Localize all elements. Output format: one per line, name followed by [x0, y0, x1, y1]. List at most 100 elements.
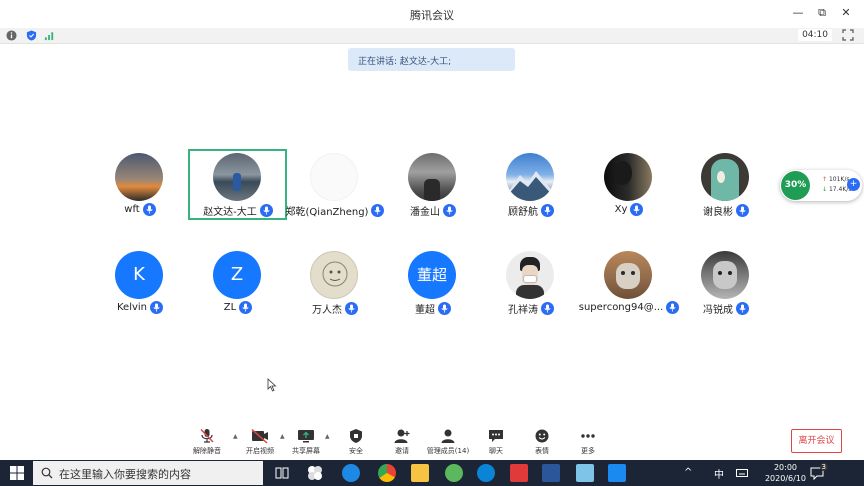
search-icon [41, 467, 53, 479]
unmute-button[interactable]: 解除静音 [183, 428, 231, 456]
taskbar-search-input[interactable]: 在这里输入你要搜索的内容 [33, 461, 263, 485]
shield-icon [350, 429, 362, 443]
invite-button[interactable]: 邀请 [378, 428, 426, 456]
emoji-icon [535, 429, 549, 443]
notification-center-icon[interactable]: 3 [809, 463, 828, 481]
app-icon[interactable] [445, 464, 463, 482]
participant-tile[interactable]: 孔祥涛 [481, 249, 581, 319]
avatar [604, 251, 652, 299]
participant-tile[interactable]: Xy [579, 151, 679, 221]
participant-tile[interactable]: supercong94@... [578, 249, 680, 319]
chevron-up-icon[interactable]: ^ [684, 467, 692, 478]
meeting-timer: 04:10 [798, 29, 832, 41]
signal-icon[interactable] [44, 30, 55, 41]
fullscreen-icon[interactable] [842, 29, 854, 41]
avatar [506, 153, 554, 201]
windows-taskbar: 在这里输入你要搜索的内容 ^ 中 20:00 2020/6/10 3 [0, 460, 864, 486]
manage-members-button[interactable]: 管理成员(14) [424, 428, 472, 456]
speaking-indicator: 正在讲话: 赵文达-大工; [348, 48, 515, 71]
avatar-initial: K [133, 264, 145, 285]
word-icon[interactable] [542, 464, 560, 482]
file-explorer-icon[interactable] [411, 464, 429, 482]
security-button[interactable]: 安全 [332, 428, 380, 456]
caret-up-icon[interactable]: ▲ [325, 433, 330, 440]
chat-label: 聊天 [489, 447, 503, 455]
participant-name: 万人杰 [312, 305, 342, 316]
start-video-button[interactable]: 开启视频 [236, 428, 284, 456]
participant-name: supercong94@... [578, 302, 664, 313]
chat-icon [489, 430, 503, 442]
network-monitor-widget[interactable]: 30% ↑ 101K/s ↓ 17.4K/s + [780, 170, 862, 201]
maximize-button[interactable]: ⧉ [812, 4, 832, 22]
microphone-icon[interactable] [438, 302, 451, 315]
microphone-icon[interactable] [630, 203, 644, 216]
microphone-icon[interactable] [142, 203, 156, 216]
more-button[interactable]: 更多 [564, 428, 612, 456]
close-button[interactable]: ✕ [836, 4, 856, 22]
chat-button[interactable]: 聊天 [472, 428, 520, 456]
participant-name: 董超 [415, 305, 435, 316]
microphone-icon[interactable] [736, 204, 749, 217]
participant-tile[interactable]: 谢良彬 [676, 151, 776, 221]
participant-tile[interactable]: wft [90, 151, 190, 221]
participant-tile[interactable]: 万人杰 [285, 249, 385, 319]
participant-name: Kelvin [116, 302, 148, 313]
windows-start-icon[interactable] [10, 466, 24, 480]
participant-tile[interactable]: K Kelvin [90, 249, 190, 319]
avatar: Z [213, 251, 261, 299]
participant-name: ZL [223, 302, 237, 313]
microphone-icon[interactable] [345, 302, 358, 315]
participant-name: 谢良彬 [703, 207, 733, 218]
input-method-indicator[interactable]: 中 [714, 466, 724, 481]
task-view-icon[interactable] [273, 464, 291, 482]
avatar [115, 153, 163, 201]
app-icon[interactable] [306, 464, 324, 482]
keyboard-icon[interactable] [736, 467, 748, 479]
participant-tile[interactable]: Z ZL [188, 249, 288, 319]
add-user-icon [394, 429, 410, 443]
avatar [604, 153, 652, 201]
avatar [213, 153, 261, 201]
minimize-button[interactable]: — [788, 4, 808, 22]
participant-tile[interactable]: 董超 董超 [383, 249, 483, 319]
more-icon [581, 434, 595, 438]
leave-meeting-button[interactable]: 离开会议 [791, 429, 842, 453]
participant-tile[interactable]: 冯锐成 [676, 249, 776, 319]
app-icon[interactable] [510, 464, 528, 482]
participant-tile[interactable]: 郑乾(QianZheng) [285, 151, 385, 221]
shield-icon[interactable] [26, 30, 37, 41]
participant-tile[interactable]: 顾舒航 [481, 151, 581, 221]
participant-tile-active[interactable]: 赵文达-大工 [188, 151, 288, 221]
participant-name: 潘金山 [410, 207, 440, 218]
system-clock[interactable]: 20:00 2020/6/10 [765, 462, 806, 484]
microphone-icon[interactable] [541, 204, 554, 217]
avatar [701, 153, 749, 201]
avatar-initial: Z [230, 264, 244, 285]
ie-browser-icon[interactable] [342, 464, 360, 482]
tencent-meeting-icon[interactable] [608, 464, 626, 482]
info-icon[interactable] [6, 30, 17, 41]
microphone-icon[interactable] [736, 302, 749, 315]
app-icon[interactable] [576, 464, 594, 482]
participant-name: 顾舒航 [508, 207, 538, 218]
microphone-icon[interactable] [239, 301, 253, 314]
participant-tile[interactable]: 潘金山 [383, 151, 483, 221]
share-screen-button[interactable]: 共享屏幕 [282, 428, 330, 456]
more-label: 更多 [581, 447, 595, 455]
microphone-icon[interactable] [259, 204, 273, 217]
microphone-icon[interactable] [541, 302, 554, 315]
invite-label: 邀请 [395, 447, 409, 455]
microphone-icon[interactable] [443, 204, 456, 217]
upload-arrow-icon: ↑ [822, 176, 828, 183]
avatar [310, 153, 358, 201]
chrome-icon[interactable] [378, 464, 396, 482]
avatar: K [115, 251, 163, 299]
share-screen-icon [298, 430, 314, 443]
expand-icon[interactable]: + [847, 178, 860, 191]
edge-browser-icon[interactable] [477, 464, 495, 482]
mouse-cursor-icon [267, 378, 277, 392]
microphone-icon[interactable] [150, 301, 164, 314]
security-label: 安全 [349, 447, 363, 455]
reactions-button[interactable]: 表情 [518, 428, 566, 456]
title-bar: 腾讯会议 — ⧉ ✕ [0, 0, 864, 28]
